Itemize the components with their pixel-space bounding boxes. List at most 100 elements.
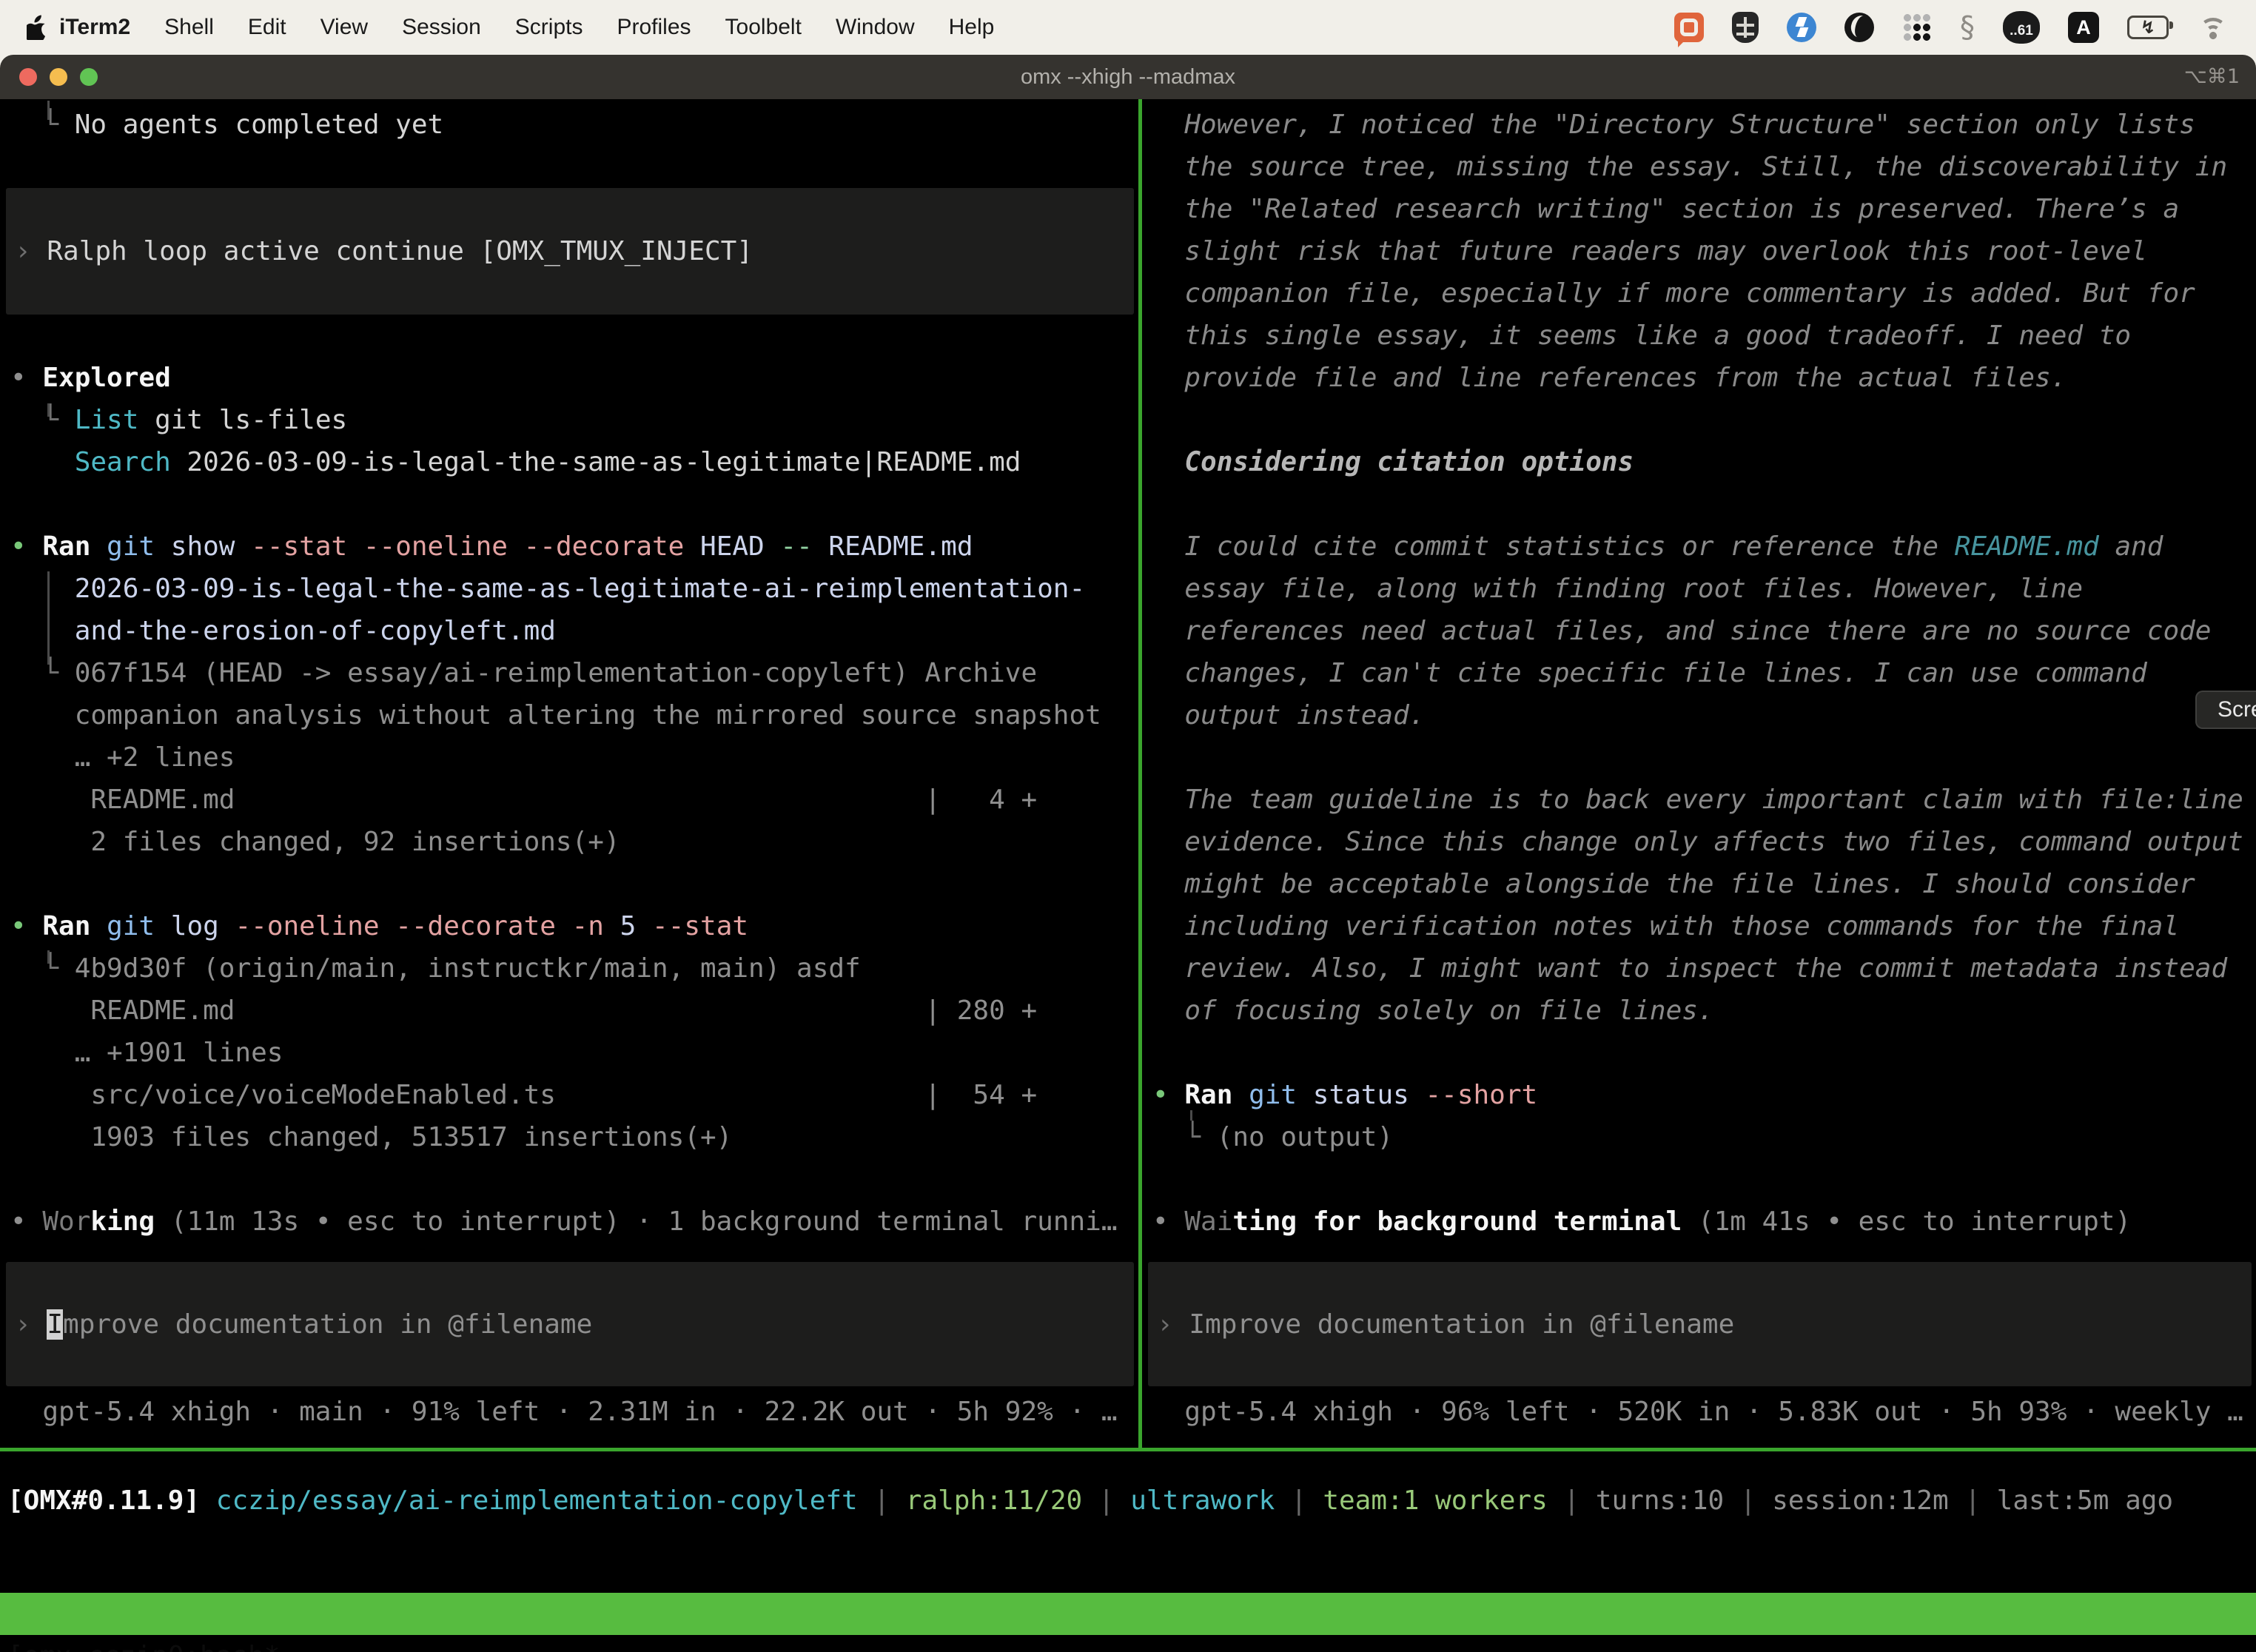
terminal-line: Search 2026-03-09-is-legal-the-same-as-l… [10,441,1138,483]
terminal-line: I could cite commit statistics or refere… [1152,526,2256,568]
terminal-line: slight risk that future readers may over… [1152,230,2256,272]
dots-grid-icon[interactable] [1902,13,1932,42]
terminal-line: the "Related research writing" section i… [1152,188,2256,230]
tree-connector [1190,1110,1192,1121]
terminal-line: this single essay, it seems like a good … [1152,315,2256,357]
battery-icon[interactable]: ↯ [2127,16,2169,39]
tree-connector [47,403,50,417]
terminal-line [10,146,1138,188]
terminal-line: • Explored [10,357,1138,399]
apple-menu-icon[interactable] [27,15,47,40]
terminal-line: Considering citation options [1152,441,2256,483]
terminal-line [10,1158,1138,1201]
omx-status-line: [OMX#0.11.9] cczip/essay/ai-reimplementa… [7,1480,2173,1522]
prompt-input[interactable]: › Improve documentation in @filename [6,1262,1134,1386]
badge-icon[interactable] [1787,13,1816,42]
terminal-line [10,483,1138,526]
tmux-status-bar: [omx-cczip0:bash* "MacBook-Pro-44.local"… [0,1593,2256,1635]
terminal-line: the source tree, missing the essay. Stil… [1152,146,2256,188]
zoom-button[interactable] [80,68,98,86]
menu-item-session[interactable]: Session [402,15,481,40]
terminal-line: README.md | 280 + [10,990,1138,1032]
menu-item-iterm2[interactable]: iTerm2 [59,15,130,40]
terminal-line: [OMX#0.11.9] cczip/essay/ai-reimplementa… [7,1480,2173,1522]
prompt-input[interactable]: › Improve documentation in @filename [1148,1262,2252,1386]
traffic-lights [19,68,98,86]
terminal-line [10,315,1138,357]
menu-item-scripts[interactable]: Scripts [515,15,583,40]
a-square-icon[interactable]: A [2068,12,2099,43]
terminal-line: › Ralph loop active continue [OMX_TMUX_I… [15,230,753,272]
terminal-line: companion analysis without altering the … [10,694,1138,736]
terminal-line: However, I noticed the "Directory Struct… [1152,104,2256,146]
menu-item-list: iTerm2 Shell Edit View Session Scripts Profile… [59,15,994,40]
meter-icon[interactable]: ..61 [2003,11,2040,44]
terminal-line: gpt-5.4 xhigh · main · 91% left · 2.31M … [10,1391,1138,1433]
terminal-line: 1903 files changed, 513517 insertions(+) [10,1116,1138,1158]
menu-item-window[interactable]: Window [836,15,915,40]
terminal-line: essay file, along with finding root file… [1152,568,2256,610]
pane-divider-horizontal[interactable] [0,1448,2256,1451]
window-title-bar[interactable]: omx --xhigh --madmax ⌥⌘1 [0,55,2256,99]
terminal-line: changes, I can't cite specific file line… [1152,652,2256,694]
terminal-line [1152,736,2256,779]
terminal-line [1152,483,2256,526]
terminal-pane-left[interactable]: └ No agents completed yet › Ralph loop ac… [0,99,1138,1448]
tree-connector [47,101,50,120]
desktop: iTerm2 Shell Edit View Session Scripts Profile… [0,0,2256,1652]
terminal-line: └ 067f154 (HEAD -> essay/ai-reimplementa… [10,652,1138,694]
prompt-text: Improve documentation in @filename [1189,1309,1734,1340]
terminal-line: provide file and line references from th… [1152,357,2256,399]
terminal-line: and-the-erosion-of-copyleft.md [10,610,1138,652]
k-circle-icon[interactable] [1844,13,1874,42]
terminal-line: └ 4b9d30f (origin/main, instructkr/main,… [10,947,1138,990]
terminal-line: 2 files changed, 92 insertions(+) [10,821,1138,863]
terminal-line: src/voice/voiceModeEnabled.ts | 54 + [10,1074,1138,1116]
close-button[interactable] [19,68,37,86]
shield-icon[interactable] [1732,12,1759,43]
tree-connector [47,571,50,665]
terminal-line: … +1901 lines [10,1032,1138,1074]
menu-status-icons: § ..61 A ↯ [1674,10,2229,44]
menu-item-view[interactable]: View [320,15,368,40]
injected-command-box[interactable]: › Ralph loop active continue [OMX_TMUX_I… [6,188,1134,315]
terminal-line [1152,1032,2256,1074]
prompt-chevron: › [15,1309,47,1340]
terminal-line [1152,399,2256,441]
terminal-line: 2026-03-09-is-legal-the-same-as-legitima… [10,568,1138,610]
terminal-line: • Waiting for background terminal (1m 41… [1152,1201,2256,1243]
menu-item-shell[interactable]: Shell [164,15,214,40]
menu-item-toolbelt[interactable]: Toolbelt [725,15,802,40]
hook-icon[interactable]: § [1960,10,1975,44]
terminal-line: README.md | 4 + [10,779,1138,821]
tmux-session-window[interactable]: [omx-cczip0:bash* [7,1635,280,1652]
terminal-line: review. Also, I might want to inspect th… [1152,947,2256,990]
terminal-line: of focusing solely on file lines. [1152,990,2256,1032]
menu-item-profiles[interactable]: Profiles [617,15,691,40]
chat-icon[interactable] [1674,13,1704,42]
prompt-chevron: › [1157,1309,1189,1340]
text-cursor: I [47,1309,63,1340]
terminal-line [10,863,1138,905]
terminal-line: The team guideline is to back every impo… [1152,779,2256,821]
terminal-line: • Ran git status --short [1152,1074,2256,1116]
terminal-line: └ (no output) [1152,1116,2256,1158]
terminal-line: references need actual files, and since … [1152,610,2256,652]
terminal-line: • Working (11m 13s • esc to interrupt) ·… [10,1201,1138,1243]
menu-item-help[interactable]: Help [949,15,995,40]
screen-notification-popup[interactable]: Scre [2195,691,2256,729]
popup-label: Scre [2218,697,2256,722]
terminal-line: output instead. [1152,694,2256,736]
minimize-button[interactable] [50,68,67,86]
prompt-text: mprove documentation in @filename [63,1309,592,1340]
terminal-line: gpt-5.4 xhigh · 96% left · 520K in · 5.8… [1152,1391,2256,1433]
window-shortcut-badge: ⌥⌘1 [2184,55,2240,99]
menu-item-edit[interactable]: Edit [248,15,286,40]
terminal-line: including verification notes with those … [1152,905,2256,947]
terminal-line: └ List git ls-files [10,399,1138,441]
wifi-icon[interactable] [2197,16,2229,39]
terminal-line: • Ran git show --stat --oneline --decora… [10,526,1138,568]
terminal-line [1152,1158,2256,1201]
terminal-line: └ No agents completed yet [10,104,1138,146]
terminal-pane-right[interactable]: However, I noticed the "Directory Struct… [1142,99,2256,1448]
